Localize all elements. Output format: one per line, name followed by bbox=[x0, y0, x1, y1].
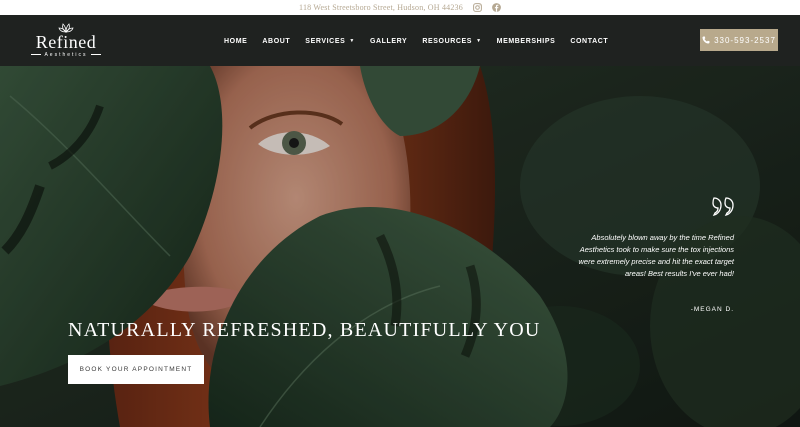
nav-item-about[interactable]: ABOUT bbox=[262, 36, 290, 46]
nav-item-memberships[interactable]: MEMBERSHIPS bbox=[497, 36, 556, 46]
chevron-down-icon: ▼ bbox=[476, 38, 482, 44]
nav-item-resources[interactable]: RESOURCES ▼ bbox=[422, 36, 481, 46]
instagram-icon[interactable] bbox=[473, 3, 482, 12]
quote-icon bbox=[712, 197, 734, 216]
chevron-down-icon: ▼ bbox=[349, 38, 355, 44]
hero-headline: Naturally Refreshed, Beautifully You bbox=[68, 319, 541, 341]
brand-name: Refined bbox=[35, 32, 97, 52]
testimonial-author: -MEGAN D. bbox=[690, 306, 734, 313]
nav-item-services[interactable]: SERVICES ▼ bbox=[305, 36, 355, 46]
nav-item-contact[interactable]: CONTACT bbox=[570, 36, 608, 46]
hero-section: Absolutely blown away by the time Refine… bbox=[0, 66, 800, 427]
brand-tagline: Aesthetics bbox=[26, 52, 106, 58]
top-info-bar: 118 West Streetsboro Street, Hudson, OH … bbox=[0, 0, 800, 15]
phone-icon bbox=[702, 36, 710, 44]
book-appointment-button[interactable]: BOOK YOUR APPOINTMENT bbox=[68, 355, 204, 384]
address-text: 118 West Streetsboro Street, Hudson, OH … bbox=[299, 3, 463, 12]
nav-item-gallery[interactable]: GALLERY bbox=[370, 36, 407, 46]
brand-logo[interactable]: Refined Aesthetics bbox=[26, 23, 106, 61]
phone-number: 330-593-2537 bbox=[714, 35, 776, 45]
nav-item-home[interactable]: HOME bbox=[224, 36, 247, 46]
main-navbar: Refined Aesthetics HOME ABOUT SERVICES ▼… bbox=[0, 15, 800, 66]
phone-button[interactable]: 330-593-2537 bbox=[700, 29, 778, 51]
main-menu: HOME ABOUT SERVICES ▼ GALLERY RESOURCES … bbox=[224, 36, 608, 46]
facebook-icon[interactable] bbox=[492, 3, 501, 12]
testimonial-quote: Absolutely blown away by the time Refine… bbox=[578, 233, 735, 278]
